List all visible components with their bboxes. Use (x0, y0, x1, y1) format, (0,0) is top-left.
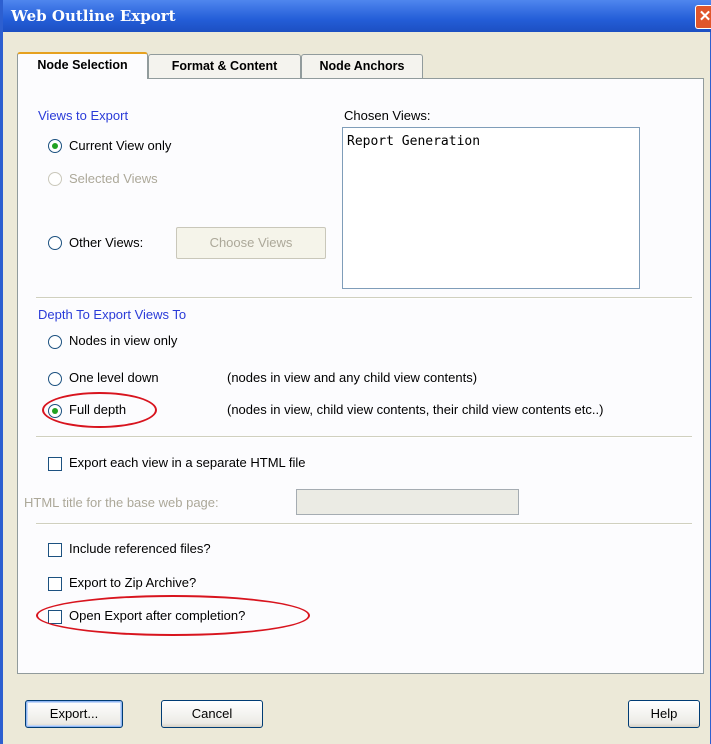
checkbox-export-zip[interactable] (48, 577, 62, 591)
depth-title: Depth To Export Views To (38, 307, 187, 322)
radio-full-depth[interactable] (48, 404, 62, 418)
help-button[interactable]: Help (628, 700, 700, 728)
radio-one-level-down-label: One level down (69, 370, 159, 385)
divider (36, 297, 692, 299)
radio-nodes-in-view-only[interactable] (48, 335, 62, 349)
tab-node-selection[interactable]: Node Selection (17, 52, 148, 79)
full-depth-description: (nodes in view, child view contents, the… (227, 402, 604, 417)
radio-other-views-label: Other Views: (69, 235, 144, 250)
checkbox-separate-html[interactable] (48, 457, 62, 471)
radio-other-views[interactable] (48, 236, 62, 250)
divider (36, 436, 692, 438)
divider (36, 523, 692, 525)
tab-node-anchors[interactable]: Node Anchors (301, 54, 423, 78)
radio-selected-views (48, 172, 62, 186)
one-level-down-description: (nodes in view and any child view conten… (227, 370, 478, 385)
views-to-export-title: Views to Export (38, 108, 129, 123)
choose-views-button: Choose Views (176, 227, 326, 259)
window-title: Web Outline Export (11, 7, 176, 25)
radio-nodes-in-view-only-label: Nodes in view only (69, 333, 178, 348)
title-bar[interactable]: Web Outline Export ✕ (3, 0, 711, 32)
checkbox-include-referenced-files[interactable] (48, 543, 62, 557)
radio-one-level-down[interactable] (48, 372, 62, 386)
html-title-label: HTML title for the base web page: (24, 495, 219, 510)
list-item[interactable]: Report Generation (347, 134, 480, 149)
checkbox-export-zip-label: Export to Zip Archive? (69, 575, 197, 590)
chosen-views-label: Chosen Views: (344, 108, 431, 123)
chosen-views-list[interactable]: Report Generation (342, 127, 640, 289)
dialog-window: Web Outline Export ✕ Node Selection Form… (0, 0, 711, 744)
radio-current-view-only-label: Current View only (69, 138, 172, 153)
checkbox-open-after-completion-label: Open Export after completion? (69, 608, 246, 623)
checkbox-open-after-completion[interactable] (48, 610, 62, 624)
checkbox-separate-html-label: Export each view in a separate HTML file (69, 455, 306, 470)
radio-full-depth-label: Full depth (69, 402, 127, 417)
close-icon[interactable]: ✕ (695, 5, 711, 29)
radio-current-view-only[interactable] (48, 139, 62, 153)
tab-panel-node-selection: Views to Export Current View only Select… (17, 78, 704, 674)
cancel-button[interactable]: Cancel (161, 700, 263, 728)
checkbox-include-referenced-files-label: Include referenced files? (69, 541, 211, 556)
tab-format-content[interactable]: Format & Content (148, 54, 301, 78)
export-button[interactable]: Export... (25, 700, 123, 728)
html-title-input (296, 489, 519, 515)
radio-selected-views-label: Selected Views (69, 171, 158, 186)
